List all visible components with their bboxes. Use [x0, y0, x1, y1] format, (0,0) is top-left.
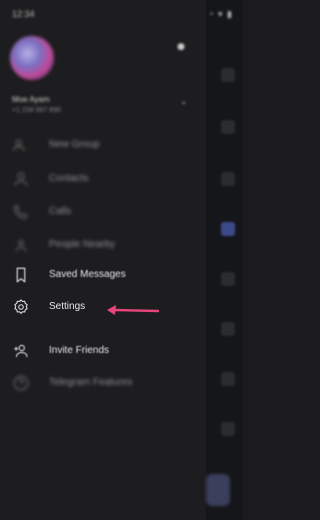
menu-item-label: People Nearby	[49, 239, 116, 250]
chat-list-row	[221, 172, 235, 186]
menu-item-label: Saved Messages	[49, 269, 126, 280]
add-person-icon	[14, 344, 28, 358]
menu-item-saved-messages[interactable]: Saved Messages	[0, 260, 206, 290]
avatar[interactable]	[10, 36, 54, 80]
menu-item-label: New Group	[49, 139, 100, 150]
chat-list-row	[221, 272, 235, 286]
status-indicators: ◔ ▾ ▮	[208, 9, 233, 19]
menu-item-label: Telegram Features	[49, 377, 133, 388]
people-nearby-icon	[15, 239, 27, 252]
chat-list-row	[221, 422, 235, 436]
chat-list-row	[221, 120, 235, 134]
menu-item-people-nearby[interactable]: People Nearby	[0, 230, 206, 260]
chat-list-row	[221, 372, 235, 386]
chevron-down-icon[interactable]: ⌄	[180, 96, 188, 107]
chat-list-row	[221, 322, 235, 336]
compose-button[interactable]	[206, 474, 230, 506]
profile-phone: +1 234 567 890	[12, 107, 61, 114]
chat-list-row	[221, 222, 235, 236]
menu-item-settings[interactable]: Settings	[0, 292, 206, 322]
menu-item-calls[interactable]: Calls	[0, 197, 206, 227]
menu-item-invite-friends[interactable]: Invite Friends	[0, 336, 206, 366]
gear-icon	[14, 299, 28, 314]
phone-icon	[13, 204, 28, 220]
menu-item-label: Contacts	[49, 173, 89, 184]
group-icon	[12, 139, 25, 152]
menu-item-telegram-features[interactable]: Telegram Features	[0, 368, 206, 398]
navigation-drawer: ✹ Moe Ayam +1 234 567 890 ⌄ New Group Co…	[0, 0, 206, 520]
bookmark-icon	[16, 267, 26, 283]
status-time: 12:34	[12, 9, 35, 19]
menu-item-contacts[interactable]: Contacts	[0, 164, 206, 194]
theme-toggle-icon[interactable]: ✹	[176, 40, 186, 54]
question-icon	[13, 375, 29, 391]
menu-item-new-group[interactable]: New Group	[0, 130, 206, 160]
person-icon	[14, 172, 28, 186]
menu-item-label: Invite Friends	[49, 345, 110, 356]
chat-list-row	[221, 68, 235, 82]
chat-list-background	[205, 0, 243, 520]
profile-name: Moe Ayam	[12, 95, 50, 104]
annotation-arrow-icon	[107, 305, 160, 315]
menu-item-label: Calls	[49, 206, 72, 217]
status-bar: 12:34 ◔ ▾ ▮	[0, 0, 243, 30]
menu-item-label: Settings	[49, 301, 86, 312]
